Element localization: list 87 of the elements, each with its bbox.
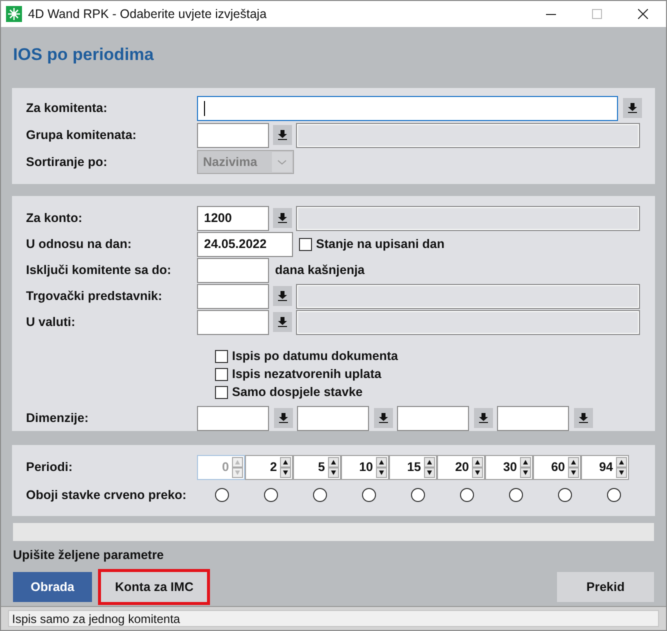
input-field[interactable] <box>197 284 269 308</box>
lookup-button[interactable] <box>273 286 292 306</box>
lookup-button[interactable] <box>273 125 292 145</box>
action-button[interactable]: Konta za IMC <box>101 572 208 602</box>
checkbox-label: Samo dospjele stavke <box>232 384 363 401</box>
checkbox[interactable] <box>215 386 228 398</box>
spin-arrows-icon <box>280 456 291 478</box>
download-arrow-icon <box>628 103 637 113</box>
download-arrow-icon <box>278 130 287 140</box>
sparkle-logo-icon <box>6 6 22 22</box>
radio-button[interactable] <box>508 488 522 502</box>
suffix-label: dana kašnjenja <box>275 262 365 279</box>
field-label: Isključi komitente sa do: <box>26 262 172 279</box>
input-field[interactable] <box>197 310 269 334</box>
radio-button[interactable] <box>460 488 474 502</box>
spin-arrows-icon <box>472 456 483 478</box>
chevron-down-icon <box>272 152 292 172</box>
radio-button[interactable] <box>410 488 424 502</box>
lookup-button[interactable] <box>474 408 493 428</box>
spin-arrows-icon <box>616 456 627 478</box>
download-arrow-icon <box>479 413 488 423</box>
spin-arrows-icon <box>232 456 243 478</box>
field-label: Za konto: <box>26 210 84 227</box>
field-label: Za komitenta: <box>26 100 108 117</box>
field-label: Grupa komitenata: <box>26 126 138 144</box>
number-spinner[interactable]: 30 <box>485 454 533 480</box>
radio-button[interactable] <box>606 488 620 502</box>
lookup-button[interactable] <box>274 408 293 428</box>
checkbox-label: Ispis po datumu dokumenta <box>232 348 398 365</box>
radio-button[interactable] <box>558 488 572 502</box>
lookup-button[interactable] <box>273 208 292 228</box>
field-label: Periodi: <box>26 458 74 476</box>
lookup-button[interactable] <box>574 408 593 428</box>
radio-button[interactable] <box>214 488 228 502</box>
field-label: Trgovački predstavnik: <box>26 288 164 305</box>
checkbox[interactable] <box>215 350 228 362</box>
checkbox[interactable] <box>215 368 228 380</box>
page-heading: IOS po periodima <box>13 44 154 66</box>
field-label: Sortiranje po: <box>26 154 108 171</box>
lookup-button[interactable] <box>273 312 292 332</box>
input-field[interactable] <box>397 406 469 430</box>
action-button[interactable]: Prekid <box>557 572 654 602</box>
close-icon <box>638 9 648 19</box>
input-field[interactable]: 24.05.2022 <box>197 232 293 256</box>
input-field[interactable] <box>497 406 569 430</box>
checkbox-label: Ispis nezatvorenih uplata <box>232 366 382 383</box>
download-arrow-icon <box>278 213 287 223</box>
checkbox-label: Stanje na upisani dan <box>316 236 444 253</box>
input-field[interactable] <box>197 122 269 148</box>
spin-arrows-icon <box>568 456 579 478</box>
lookup-button[interactable] <box>623 98 642 118</box>
spin-arrows-icon <box>376 456 387 478</box>
field-label: Dimenzije: <box>26 410 90 427</box>
spin-arrows-icon <box>328 456 339 478</box>
input-field[interactable] <box>297 406 369 430</box>
spin-arrows-icon <box>424 456 435 478</box>
number-spinner[interactable]: 20 <box>437 454 485 480</box>
number-spinner[interactable]: 94 <box>581 454 629 480</box>
spin-arrows-icon <box>520 456 531 478</box>
number-spinner[interactable]: 60 <box>533 454 581 480</box>
lookup-button[interactable] <box>374 408 393 428</box>
download-arrow-icon <box>278 317 287 327</box>
input-field[interactable] <box>197 406 269 430</box>
download-arrow-icon <box>379 413 388 423</box>
window-title: 4D Wand RPK - Odaberite uvjete izvještaja <box>28 6 267 23</box>
number-spinner[interactable]: 2 <box>245 454 293 480</box>
number-spinner[interactable]: 10 <box>341 454 389 480</box>
radio-button[interactable] <box>362 488 376 502</box>
field-label: U valuti: <box>26 314 76 331</box>
input-field[interactable]: 1200 <box>197 206 269 230</box>
field-label: U odnosu na dan: <box>26 236 133 253</box>
number-spinner[interactable]: 5 <box>293 454 341 480</box>
status-bar: Ispis samo za jednog komitenta <box>8 610 659 627</box>
input-field[interactable] <box>197 96 618 120</box>
number-spinner[interactable]: 15 <box>389 454 437 480</box>
radio-button[interactable] <box>312 488 326 502</box>
text-cursor <box>204 100 205 116</box>
input-field[interactable] <box>197 258 269 282</box>
maximize-icon <box>592 9 602 19</box>
checkbox[interactable] <box>299 238 312 250</box>
download-arrow-icon <box>279 413 288 423</box>
hint-text: Upišite željene parametre <box>13 547 164 564</box>
radio-button[interactable] <box>264 488 278 502</box>
field-label: Oboji stavke crveno preko: <box>26 486 188 504</box>
download-arrow-icon <box>579 413 588 423</box>
primary-button[interactable]: Obrada <box>13 572 92 602</box>
download-arrow-icon <box>278 291 287 301</box>
